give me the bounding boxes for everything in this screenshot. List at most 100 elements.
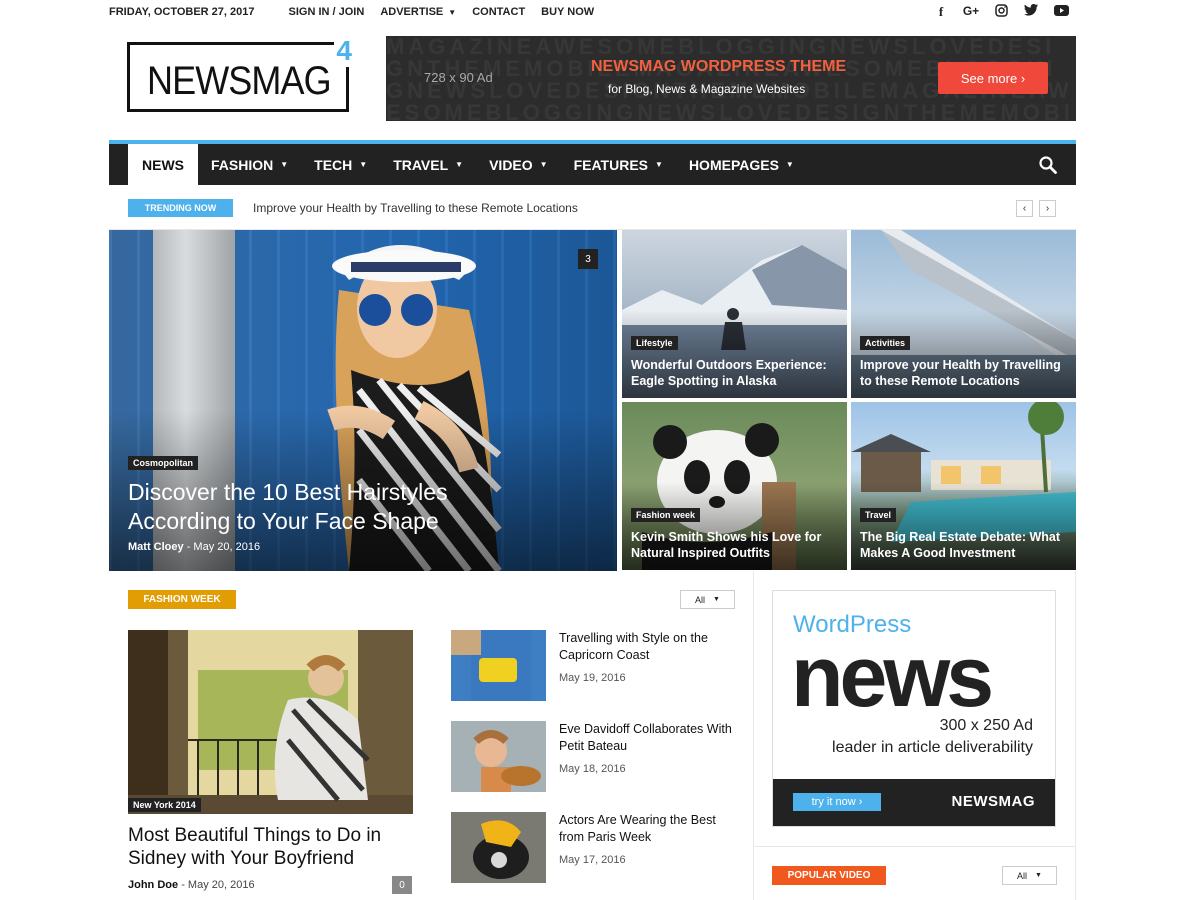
- category-tag[interactable]: Lifestyle: [631, 336, 678, 350]
- buy-now-label: BUY NOW: [541, 6, 595, 18]
- featured-tile[interactable]: Lifestyle Wonderful Outdoors Experience:…: [622, 230, 847, 398]
- select-value: All: [1017, 870, 1028, 881]
- list-thumbnail: [451, 812, 546, 883]
- nav-label: NEWS: [142, 156, 184, 173]
- chevron-left-icon[interactable]: ‹: [1016, 199, 1033, 217]
- fashion-week-main-image[interactable]: New York 2014: [128, 630, 413, 814]
- nav-label: VIDEO: [489, 156, 533, 173]
- post-date: May 20, 2016: [187, 879, 255, 891]
- list-item[interactable]: Eve Davidoff Collaborates With Petit Bat…: [451, 721, 741, 793]
- post-title[interactable]: Kevin Smith Shows his Love for Natural I…: [631, 529, 841, 561]
- chevron-down-icon: ▼: [455, 160, 464, 169]
- divider: [753, 571, 754, 900]
- contact-link[interactable]: CONTACT: [472, 6, 525, 18]
- category-tag[interactable]: New York 2014: [128, 798, 201, 812]
- featured-tile[interactable]: Fashion week Kevin Smith Shows his Love …: [622, 402, 847, 570]
- sidebar-ad[interactable]: WordPress news 300 x 250 Ad leader in ar…: [772, 590, 1056, 827]
- ad-subline: for Blog, News & Magazine Websites: [608, 82, 806, 96]
- main-nav: NEWS FASHION ▼ TECH ▼ TRAVEL ▼ VIDEO ▼ FEATU…: [109, 144, 1076, 185]
- section-badge-popular-video[interactable]: POPULAR VIDEO: [772, 866, 886, 885]
- facebook-icon[interactable]: f: [926, 4, 956, 20]
- nav-item-travel[interactable]: TRAVEL ▼: [380, 144, 476, 185]
- post-title[interactable]: Discover the 10 Best Hairstyles Accordin…: [128, 478, 508, 536]
- chevron-down-icon: ▼: [448, 7, 457, 17]
- post-title[interactable]: Most Beautiful Things to Do in Sidney wi…: [128, 824, 418, 870]
- comment-count[interactable]: 3: [578, 249, 598, 269]
- ad-headline: NEWSMAG WORDPRESS THEME: [591, 58, 847, 75]
- signin-link[interactable]: SIGN IN / JOIN: [289, 6, 365, 18]
- post-author[interactable]: Matt Cloey: [128, 541, 184, 553]
- top-banner-ad[interactable]: MAGAZINEAWESOMEBLOGGINGNEWSLOVEDESIGNTHE…: [386, 36, 1076, 121]
- ad-brand: NEWSMAG: [951, 793, 1035, 810]
- nav-label: FASHION: [211, 156, 274, 173]
- post-title[interactable]: Improve your Health by Travelling to the…: [860, 357, 1070, 389]
- advertise-label: ADVERTISE: [380, 6, 444, 18]
- featured-tile[interactable]: Activities Improve your Health by Travel…: [851, 230, 1076, 398]
- trending-arrows: ‹ ›: [1016, 199, 1056, 217]
- list-item-title[interactable]: Eve Davidoff Collaborates With Petit Bat…: [559, 721, 737, 755]
- post-title[interactable]: Wonderful Outdoors Experience: Eagle Spo…: [631, 357, 841, 389]
- youtube-icon[interactable]: [1046, 4, 1076, 20]
- logo-text: NEWSMAG: [147, 59, 332, 103]
- top-bar: FRIDAY, OCTOBER 27, 2017 SIGN IN / JOIN …: [109, 0, 1076, 24]
- chevron-down-icon: ▼: [539, 160, 548, 169]
- google-plus-icon[interactable]: G+: [956, 4, 986, 20]
- try-it-now-button[interactable]: try it now ›: [793, 793, 881, 811]
- meta-separator: -: [181, 879, 188, 891]
- page: FRIDAY, OCTOBER 27, 2017 SIGN IN / JOIN …: [0, 0, 1200, 900]
- instagram-icon[interactable]: [986, 4, 1016, 20]
- logo-superscript: 4: [334, 35, 354, 67]
- twitter-icon[interactable]: [1016, 4, 1046, 20]
- list-thumbnail: [451, 630, 546, 701]
- select-value: All: [695, 594, 706, 605]
- chevron-down-icon: ▼: [655, 160, 663, 169]
- popular-video-filter-select[interactable]: All ▼: [1002, 866, 1057, 885]
- post-author[interactable]: John Doe: [128, 879, 178, 891]
- list-item[interactable]: Travelling with Style on the Capricorn C…: [451, 630, 741, 702]
- ad-size-label: 728 x 90 Ad: [424, 70, 493, 85]
- section-badge-fashion-week[interactable]: FASHION WEEK: [128, 590, 236, 609]
- buy-now-link[interactable]: BUY NOW: [541, 6, 594, 18]
- list-item[interactable]: Actors Are Wearing the Best from Paris W…: [451, 812, 741, 884]
- post-date: May 20, 2016: [193, 541, 261, 553]
- current-date: FRIDAY, OCTOBER 27, 2017: [109, 6, 255, 18]
- nav-item-video[interactable]: VIDEO ▼: [476, 144, 561, 185]
- chevron-down-icon: ▼: [785, 160, 794, 169]
- nav-item-homepages[interactable]: HOMEPAGES ▼: [676, 144, 807, 185]
- trending-bar: TRENDING NOW Improve your Health by Trav…: [128, 198, 1076, 218]
- divider: [754, 846, 1076, 847]
- nav-label: TECH: [314, 156, 353, 173]
- list-item-title[interactable]: Actors Are Wearing the Best from Paris W…: [559, 812, 737, 846]
- list-item-date: May 17, 2016: [559, 854, 626, 866]
- featured-main-post[interactable]: 3 Cosmopolitan Discover the 10 Best Hair…: [109, 230, 617, 571]
- comment-count[interactable]: 0: [392, 876, 412, 894]
- fashion-week-filter-select[interactable]: All ▼: [680, 590, 735, 609]
- advertise-link[interactable]: ADVERTISE ▼: [380, 6, 456, 18]
- nav-label: FEATURES: [573, 156, 649, 173]
- nav-item-features[interactable]: FEATURES ▼: [561, 144, 676, 185]
- nav-item-tech[interactable]: TECH ▼: [301, 144, 380, 185]
- category-tag[interactable]: Fashion week: [631, 508, 701, 522]
- category-tag[interactable]: Cosmopolitan: [128, 456, 198, 470]
- list-item-date: May 18, 2016: [559, 763, 626, 775]
- divider: [1075, 571, 1076, 900]
- nav-item-news[interactable]: NEWS: [128, 144, 198, 185]
- chevron-down-icon: ▼: [359, 160, 368, 169]
- social-icons: f G+: [926, 4, 1076, 20]
- nav-item-fashion[interactable]: FASHION ▼: [198, 144, 301, 185]
- trending-headline[interactable]: Improve your Health by Travelling to the…: [253, 201, 578, 215]
- ad-size-label: 300 x 250 Ad: [939, 717, 1033, 734]
- search-button[interactable]: [1020, 144, 1076, 185]
- search-icon: [1039, 155, 1057, 174]
- see-more-button[interactable]: See more ›: [938, 62, 1048, 94]
- post-meta: Matt Cloey - May 20, 2016: [128, 541, 260, 553]
- list-item-title[interactable]: Travelling with Style on the Capricorn C…: [559, 630, 737, 664]
- featured-tile[interactable]: Travel The Big Real Estate Debate: What …: [851, 402, 1076, 570]
- category-tag[interactable]: Activities: [860, 336, 911, 350]
- chevron-right-icon[interactable]: ›: [1039, 199, 1056, 217]
- chevron-down-icon: ▼: [713, 596, 720, 603]
- site-logo[interactable]: NEWSMAG 4: [127, 35, 354, 112]
- category-tag[interactable]: Travel: [860, 508, 897, 522]
- post-title[interactable]: The Big Real Estate Debate: What Makes A…: [860, 529, 1070, 561]
- chevron-down-icon: ▼: [280, 160, 289, 169]
